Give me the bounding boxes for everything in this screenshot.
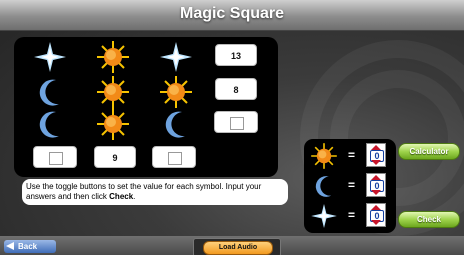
- moon-icon: [30, 107, 70, 141]
- decrement-arrow-icon[interactable]: [371, 160, 381, 165]
- moon-value-toggle[interactable]: 0: [366, 173, 386, 197]
- answer-field[interactable]: [168, 152, 182, 165]
- page-title: Magic Square: [179, 5, 285, 22]
- instructions-check-word: Check: [109, 192, 134, 201]
- answer-field[interactable]: [49, 152, 63, 165]
- sun-icon: [93, 75, 133, 109]
- calculator-button[interactable]: Calculator: [398, 143, 460, 160]
- instructions-text: Use the toggle buttons to set the value …: [22, 179, 288, 205]
- decrement-arrow-icon[interactable]: [371, 190, 381, 195]
- moon-icon: [30, 75, 70, 109]
- load-audio-button[interactable]: Load Audio: [203, 241, 273, 255]
- moon-icon: [308, 172, 340, 200]
- decrement-arrow-icon[interactable]: [371, 220, 381, 225]
- sun-icon: [93, 107, 133, 141]
- back-arrow-icon: [6, 242, 14, 250]
- star-icon: [308, 202, 340, 230]
- moon-icon: [156, 107, 196, 141]
- back-label: Back: [18, 242, 38, 251]
- col-sum-3-input[interactable]: [152, 146, 196, 168]
- instructions-body: Use the toggle buttons to set the value …: [26, 182, 262, 201]
- sun-icon: [156, 75, 196, 109]
- back-button[interactable]: Back: [4, 240, 56, 253]
- star-icon: [30, 40, 70, 74]
- equals-sign: =: [348, 148, 356, 162]
- magic-square-panel: 13 8 9: [14, 37, 278, 177]
- equals-sign: =: [348, 178, 356, 192]
- audio-control: Load Audio: [193, 238, 281, 255]
- row-sum-1: 13: [215, 44, 257, 66]
- col-sum-1-input[interactable]: [33, 146, 77, 168]
- col-sum-2: 9: [94, 146, 136, 168]
- answer-field[interactable]: [230, 117, 244, 130]
- app-frame: Magic Square 13 8 9 Use the toggle butto…: [0, 0, 464, 255]
- sun-value-toggle[interactable]: 0: [366, 143, 386, 167]
- symbol-value-panel: = 0 = 0 = 0: [304, 139, 396, 233]
- star-value-toggle[interactable]: 0: [366, 203, 386, 227]
- star-icon: [156, 40, 196, 74]
- row-sum-3-input[interactable]: [214, 111, 258, 133]
- sun-icon: [308, 142, 340, 170]
- title-bar: Magic Square: [0, 0, 464, 31]
- check-button[interactable]: Check: [398, 211, 460, 228]
- row-sum-2: 8: [215, 78, 257, 100]
- equals-sign: =: [348, 208, 356, 222]
- sun-icon: [93, 40, 133, 74]
- instructions-end: .: [133, 192, 136, 201]
